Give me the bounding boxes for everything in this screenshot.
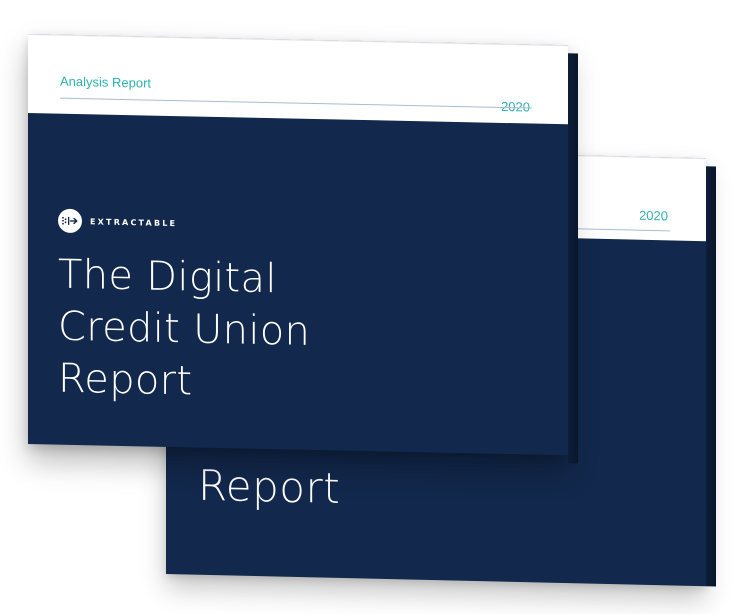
extractable-logo-glyph bbox=[62, 216, 78, 225]
report-title-line: The Digital bbox=[58, 251, 277, 303]
front-cover-header-band: Analysis Report 2020 bbox=[28, 34, 568, 125]
extractable-logo-icon bbox=[58, 208, 82, 234]
report-title-line: Report bbox=[58, 355, 193, 405]
brand-name: EXTRACTABLE bbox=[90, 216, 178, 228]
back-cover-spine bbox=[706, 166, 716, 587]
report-mockup: 2020 Report Analysis Report 2020 EXTRACT… bbox=[0, 0, 748, 614]
front-cover-spine bbox=[568, 53, 578, 464]
report-title: The Digital Credit Union Report bbox=[58, 249, 310, 410]
report-title-line: Credit Union bbox=[58, 303, 311, 355]
front-report-cover: Analysis Report 2020 EXTRACTABLE The Dig… bbox=[28, 34, 578, 464]
front-cover-label: Analysis Report bbox=[60, 73, 152, 91]
front-cover-divider bbox=[60, 97, 532, 109]
back-cover-year: 2020 bbox=[639, 207, 668, 224]
brand-lockup: EXTRACTABLE bbox=[58, 208, 178, 235]
back-cover-title: Report bbox=[198, 460, 341, 513]
